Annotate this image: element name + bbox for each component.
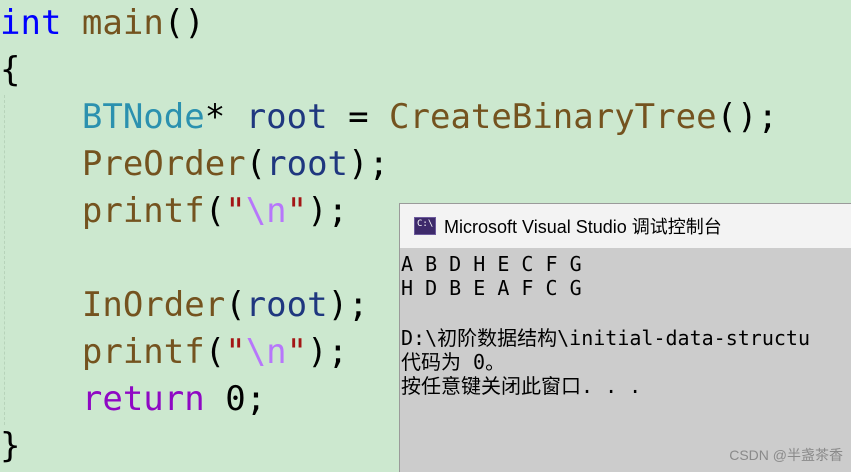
punctuation: (: [225, 285, 246, 325]
escape-newline: \n: [245, 332, 287, 372]
console-line: 按任意键关闭此窗口. . .: [401, 374, 642, 398]
keyword-int: int: [0, 3, 62, 43]
debug-console-window[interactable]: C:\ Microsoft Visual Studio 调试控制台 A B D …: [399, 203, 851, 472]
function-preorder: PreOrder: [81, 144, 246, 184]
function-printf: printf: [81, 332, 205, 372]
punctuation: (: [204, 191, 226, 231]
pointer-star: *: [204, 97, 226, 137]
function-main: main: [81, 3, 164, 43]
console-app-icon: C:\: [414, 217, 436, 235]
close-brace: }: [0, 426, 21, 466]
open-brace: {: [0, 50, 21, 90]
code-line-3: BTNode* root = CreateBinaryTree();: [0, 94, 778, 141]
console-line: A B D H E C F G: [401, 252, 582, 276]
punctuation: ;: [245, 379, 267, 419]
code-line-9: return 0;: [0, 376, 266, 423]
variable-root: root: [266, 144, 349, 184]
code-line-8: printf("\n");: [0, 329, 348, 376]
type-btnode: BTNode: [81, 97, 205, 137]
number-literal: 0: [225, 379, 246, 419]
punctuation: );: [307, 191, 349, 231]
code-line-1: int main(): [0, 0, 205, 47]
punctuation: (): [163, 3, 205, 43]
code-line-7: InOrder(root);: [0, 282, 369, 329]
function-create-binary-tree: CreateBinaryTree: [389, 97, 717, 137]
code-line-2: {: [0, 47, 20, 94]
punctuation: );: [307, 332, 349, 372]
function-inorder: InOrder: [81, 285, 226, 325]
escape-newline: \n: [245, 191, 287, 231]
string-quote: ": [286, 332, 308, 372]
keyword-return: return: [81, 379, 205, 419]
punctuation: (: [245, 144, 267, 184]
string-quote: ": [225, 332, 246, 372]
console-output[interactable]: A B D H E C F G H D B E A F C G D:\初阶数据结…: [400, 248, 851, 472]
function-printf: printf: [81, 191, 205, 231]
punctuation: ();: [716, 97, 778, 137]
string-quote: ": [225, 191, 246, 231]
console-line: H D B E A F C G: [401, 276, 582, 300]
code-line-5: printf("\n");: [0, 188, 348, 235]
watermark: CSDN @半盏茶香: [729, 447, 843, 463]
punctuation: (: [204, 332, 226, 372]
punctuation: );: [327, 285, 369, 325]
punctuation: );: [348, 144, 389, 184]
assign-operator: =: [348, 97, 369, 137]
console-title: Microsoft Visual Studio 调试控制台: [444, 217, 722, 237]
console-titlebar[interactable]: C:\ Microsoft Visual Studio 调试控制台: [400, 204, 851, 248]
code-line-4: PreOrder(root);: [0, 141, 389, 188]
variable-root: root: [245, 285, 328, 325]
variable-root: root: [245, 97, 328, 137]
console-line: D:\初阶数据结构\initial-data-structu: [401, 326, 810, 350]
code-line-10: }: [0, 423, 20, 470]
string-quote: ": [286, 191, 308, 231]
console-line: 代码为 0。: [401, 350, 506, 374]
